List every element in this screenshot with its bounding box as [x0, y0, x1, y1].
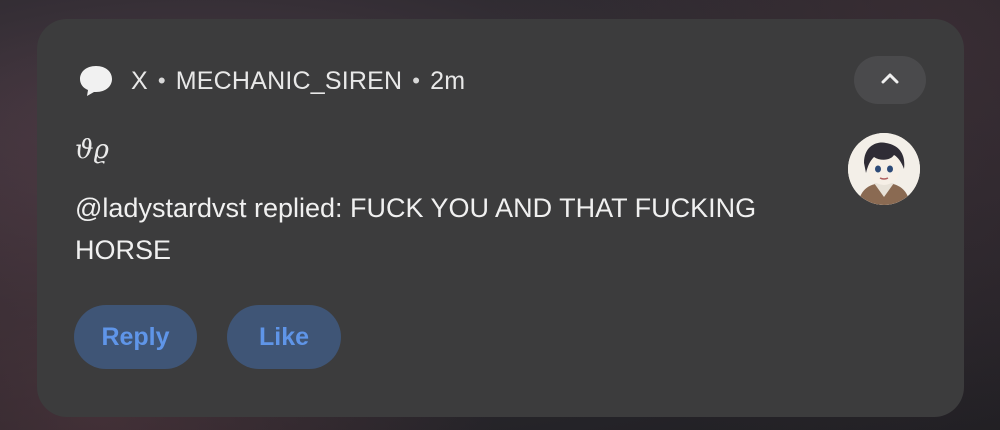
chat-bubble-icon — [77, 63, 115, 99]
app-name: X — [131, 66, 148, 95]
notification-time: 2m — [430, 66, 466, 95]
chevron-up-icon — [880, 71, 900, 90]
notification-header: X • MECHANIC_SIREN • 2m — [77, 61, 465, 101]
like-button[interactable]: Like — [227, 305, 341, 369]
action-buttons: Reply Like — [74, 305, 341, 369]
notification-message: @ladystardvst replied: FUCK YOU AND THAT… — [75, 193, 757, 265]
reply-button[interactable]: Reply — [74, 305, 197, 369]
notification-title: ϑϱ — [75, 135, 109, 165]
profile-avatar — [848, 133, 920, 205]
collapse-button[interactable] — [854, 56, 926, 104]
separator-dot: • — [412, 68, 421, 93]
account-name: MECHANIC_SIREN — [175, 66, 403, 95]
notification-card[interactable]: X • MECHANIC_SIREN • 2m ϑϱ @ladystardvst… — [37, 19, 964, 417]
separator-dot: • — [157, 68, 166, 93]
